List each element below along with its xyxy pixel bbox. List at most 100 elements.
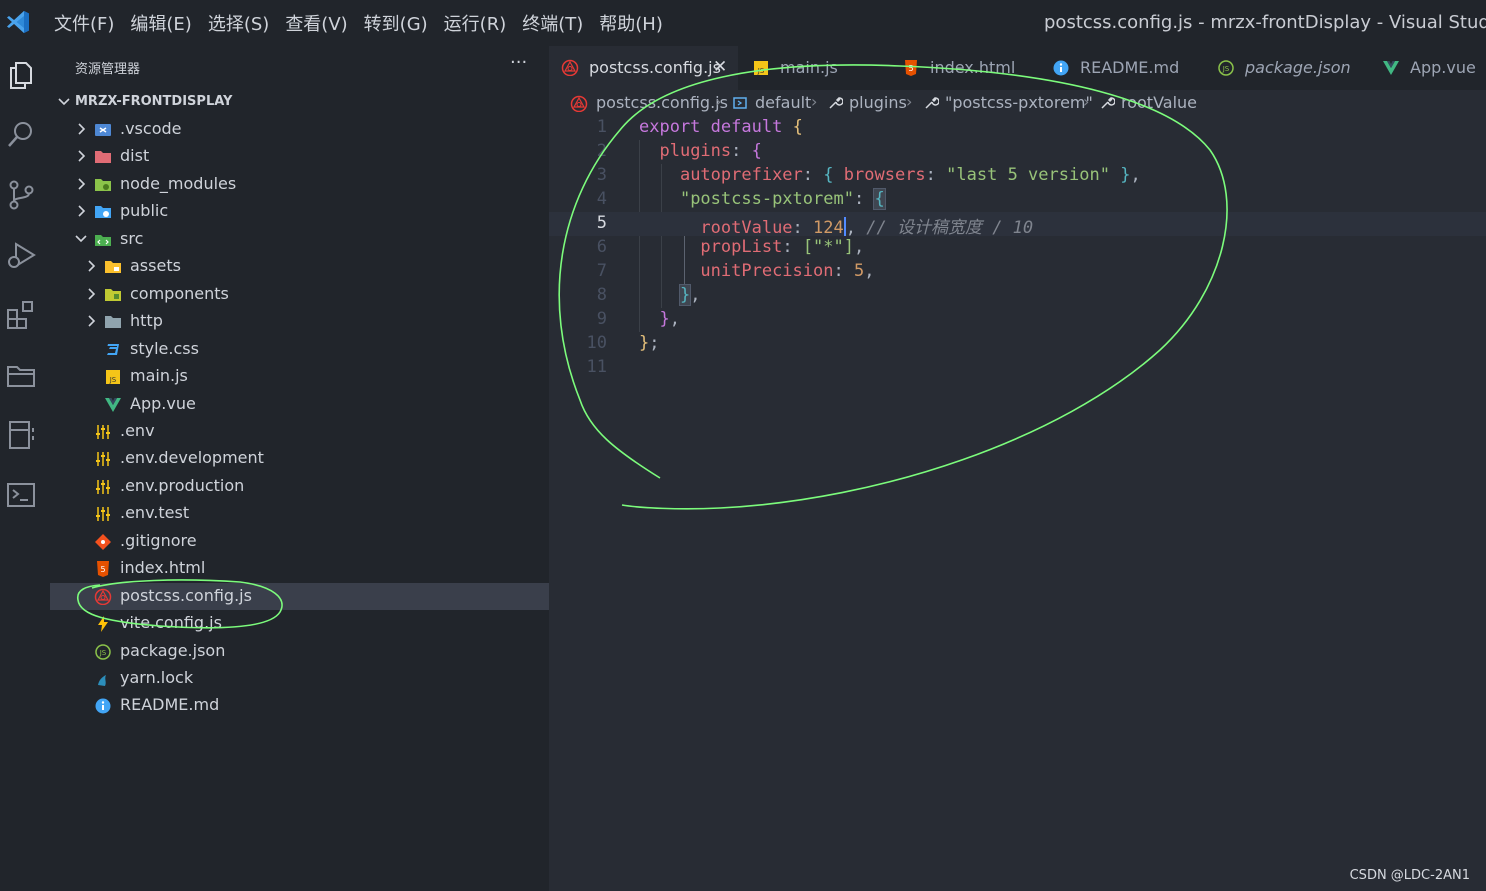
close-tab-icon[interactable]: ✕: [713, 57, 727, 77]
tree-item[interactable]: 5 index.html: [50, 555, 549, 582]
json-file-icon: JS: [1217, 59, 1235, 77]
token-property: autoprefixer: [679, 165, 803, 185]
src-folder-icon: [95, 234, 111, 246]
tree-item[interactable]: http: [50, 308, 549, 335]
line-number: 5: [596, 213, 607, 233]
tree-item[interactable]: App.vue: [50, 391, 549, 418]
chevron-right-icon[interactable]: [85, 315, 97, 327]
chevron-down-icon[interactable]: [75, 233, 87, 245]
breadcrumb-default[interactable]: default: [755, 93, 811, 112]
token-keyword: export: [639, 117, 701, 137]
project-header[interactable]: MRZX-FRONTDISPLAY: [50, 92, 549, 114]
folder-manager-icon[interactable]: [4, 358, 38, 392]
token-string: "postcss-pxtorem": [679, 189, 854, 209]
token-brace: {: [792, 117, 803, 137]
chevron-down-icon: [58, 98, 70, 106]
tree-item[interactable]: vite.config.js: [50, 610, 549, 637]
tab-postcss-config[interactable]: postcss.config.js ✕: [549, 46, 738, 90]
token-comma: ,: [845, 218, 857, 238]
chevron-right-icon[interactable]: [75, 178, 87, 190]
code-editor[interactable]: 1 export default { 2 plugins: { 3 autopr…: [549, 116, 1486, 891]
token-property: browsers: [843, 165, 926, 185]
tree-item[interactable]: dist: [50, 143, 549, 170]
chevron-right-icon[interactable]: [75, 205, 87, 217]
activity-bar: [0, 46, 50, 891]
menu-run[interactable]: 运行(R): [444, 10, 507, 36]
tab-readme[interactable]: README.md: [1040, 46, 1203, 90]
postcss-file-icon: [570, 95, 588, 113]
code-line: 9 },: [549, 308, 1486, 332]
source-control-icon[interactable]: [4, 178, 38, 212]
components-folder-icon: [105, 288, 121, 301]
tree-item[interactable]: .vscode: [50, 116, 549, 143]
tree-item[interactable]: JS main.js: [50, 363, 549, 390]
menu-edit[interactable]: 编辑(E): [130, 10, 191, 36]
terminal-panel-icon[interactable]: [4, 478, 38, 512]
tree-item[interactable]: .env.development: [50, 445, 549, 472]
chevron-right-icon[interactable]: [85, 288, 97, 300]
tree-item[interactable]: .env: [50, 418, 549, 445]
window-title: postcss.config.js - mrzx-frontDisplay - …: [1044, 12, 1486, 33]
tab-main-js[interactable]: JS main.js: [740, 46, 888, 90]
tree-item-label: .env.test: [120, 503, 190, 523]
menu-help[interactable]: 帮助(H): [599, 10, 663, 36]
title-bar: 文件(F) 编辑(E) 选择(S) 查看(V) 转到(G) 运行(R) 终端(T…: [0, 0, 1486, 46]
tab-app-vue[interactable]: App.vue: [1370, 46, 1486, 90]
menu-terminal[interactable]: 终端(T): [522, 10, 583, 36]
search-icon[interactable]: [4, 118, 38, 152]
remote-explorer-icon[interactable]: [4, 418, 38, 452]
tree-item[interactable]: public: [50, 198, 549, 225]
json-file-icon: JS: [1218, 60, 1234, 76]
token-brace: }: [659, 309, 670, 329]
info-file-icon: [1053, 60, 1069, 76]
tree-item[interactable]: src: [50, 226, 549, 253]
tree-item[interactable]: .env.production: [50, 473, 549, 500]
tree-item[interactable]: yarn.lock: [50, 665, 549, 692]
extensions-icon[interactable]: [4, 298, 38, 332]
chevron-right-icon[interactable]: [75, 150, 87, 163]
menu-selection[interactable]: 选择(S): [208, 10, 269, 36]
chevron-right-icon[interactable]: [85, 260, 97, 272]
token-number: 5: [853, 261, 865, 281]
token-brace: }: [1120, 165, 1131, 185]
svg-text:JS: JS: [109, 376, 117, 384]
tree-item[interactable]: node_modules: [50, 171, 549, 198]
explorer-icon[interactable]: [4, 58, 38, 92]
tab-label: postcss.config.js: [589, 58, 721, 77]
editor-area: postcss.config.js ✕ JS main.js 5 index.h…: [549, 46, 1486, 891]
breadcrumb-rootvalue[interactable]: rootValue: [1121, 93, 1197, 112]
vscode-logo-icon: [7, 11, 29, 33]
tree-item-label: App.vue: [130, 393, 196, 413]
wrench-icon: [925, 97, 939, 109]
tree-item[interactable]: .env.test: [50, 500, 549, 527]
tree-item[interactable]: style.css: [50, 336, 549, 363]
breadcrumb-plugins[interactable]: plugins: [849, 93, 907, 112]
breadcrumb-file[interactable]: postcss.config.js: [596, 93, 728, 112]
tree-item-label: .env.production: [120, 475, 245, 495]
tree-item-label: yarn.lock: [120, 668, 194, 687]
env-file-icon: [96, 507, 110, 522]
code-line: 10 };: [549, 332, 1486, 356]
tree-item[interactable]: components: [50, 281, 549, 308]
run-debug-icon[interactable]: [4, 238, 38, 272]
chevron-right-icon[interactable]: [75, 123, 87, 135]
menu-go[interactable]: 转到(G): [364, 10, 428, 36]
line-number: 4: [596, 189, 607, 209]
tree-item[interactable]: README.md: [50, 692, 549, 719]
tree-item[interactable]: assets: [50, 253, 549, 280]
tree-item[interactable]: JS package.json: [50, 638, 549, 665]
line-number: 1: [596, 117, 607, 137]
more-actions-button[interactable]: ···: [510, 52, 527, 73]
breadcrumb-postcss-pxtorem[interactable]: "postcss-pxtorem": [945, 93, 1093, 112]
watermark: CSDN @LDC-2AN1: [1349, 868, 1470, 883]
yarn-file-icon: [98, 675, 106, 686]
menu-view[interactable]: 查看(V): [285, 10, 347, 36]
css-file-icon: [107, 343, 119, 355]
menu-file[interactable]: 文件(F): [54, 10, 114, 36]
tab-package-json[interactable]: JS package.json: [1205, 46, 1368, 90]
tree-item[interactable]: postcss.config.js: [50, 582, 549, 610]
tab-index-html[interactable]: 5 index.html: [890, 46, 1038, 90]
line-number: 11: [586, 357, 607, 377]
tree-item[interactable]: .gitignore: [50, 528, 549, 555]
token-semicolon: ;: [649, 333, 660, 353]
